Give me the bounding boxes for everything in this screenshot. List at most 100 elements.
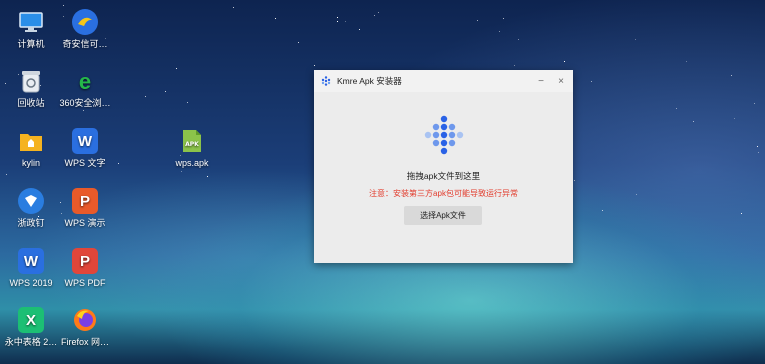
desktop-icon-wps-presentation[interactable]: P WPS 演示 xyxy=(56,188,114,229)
logo-dot xyxy=(448,139,456,147)
desktop-icon-label: WPS PDF xyxy=(64,278,106,288)
star xyxy=(176,68,178,70)
desktop-icon-firefox[interactable]: Firefox 网… xyxy=(56,307,114,348)
star xyxy=(635,193,637,195)
star xyxy=(336,17,338,19)
apk-file-icon: APK xyxy=(179,128,205,154)
desktop-icon-wps-2019[interactable]: W WPS 2019 xyxy=(2,248,60,289)
firefox-icon xyxy=(72,307,98,333)
star xyxy=(144,96,146,98)
star xyxy=(477,19,479,21)
star xyxy=(676,108,678,110)
kmre-app-icon xyxy=(321,76,331,86)
desktop-icon-label: kylin xyxy=(21,158,40,168)
logo-dot xyxy=(456,131,464,139)
logo-dot xyxy=(448,123,456,131)
logo-dot xyxy=(440,147,448,155)
star xyxy=(206,176,208,178)
minimize-button[interactable]: − xyxy=(531,76,551,87)
star xyxy=(181,170,183,172)
drop-zone-label: 拖拽apk文件到这里 xyxy=(406,171,481,181)
star xyxy=(757,146,759,148)
star xyxy=(563,61,565,63)
star xyxy=(602,210,604,212)
star xyxy=(377,11,379,13)
desktop-icon-wps-writer[interactable]: W WPS 文字 xyxy=(56,128,114,169)
desktop-icon-label: 浙政钉 xyxy=(17,218,45,228)
desktop-icon-label: WPS 演示 xyxy=(64,218,106,228)
desktop-icon-computer[interactable]: 计算机 xyxy=(2,9,60,50)
zhezhengding-icon xyxy=(18,188,44,214)
star xyxy=(164,90,166,92)
logo-dot xyxy=(440,131,448,139)
kmre-logo-icon xyxy=(424,115,464,155)
star xyxy=(734,118,736,120)
wps-pdf-icon: P xyxy=(72,248,98,274)
star xyxy=(740,213,742,215)
warning-text: 注意：安装第三方apk包可能导致运行异常 xyxy=(369,189,518,198)
star xyxy=(635,38,637,40)
desktop-icon-360-browser[interactable]: e 360安全浏… xyxy=(56,68,114,109)
star xyxy=(232,6,234,8)
qianxin-icon xyxy=(72,9,98,35)
desktop-icon-label: 计算机 xyxy=(17,39,45,49)
desktop-icon-qianxin[interactable]: 奇安信可… xyxy=(56,9,114,50)
star xyxy=(517,38,519,40)
logo-dot xyxy=(424,131,432,139)
star xyxy=(591,80,593,82)
star xyxy=(274,17,276,19)
recycle-bin-icon xyxy=(18,68,44,94)
logo-dot xyxy=(432,139,440,147)
select-apk-button[interactable]: 选择Apk文件 xyxy=(404,206,482,225)
desktop-icon-wps-apk[interactable]: APK wps.apk xyxy=(163,128,221,169)
yozo-sheet-icon: X xyxy=(18,307,44,333)
wps-writer-icon: W xyxy=(72,128,98,154)
desktop-icon-label: 回收站 xyxy=(17,98,45,108)
star xyxy=(297,42,299,44)
star xyxy=(757,151,759,153)
star xyxy=(337,20,339,22)
star xyxy=(344,20,346,22)
desktop-icon-label: WPS 2019 xyxy=(9,278,53,288)
desktop-icon-yozo-sheet[interactable]: X 永中表格 2… xyxy=(2,307,60,348)
star xyxy=(693,121,695,123)
star xyxy=(502,17,504,19)
star xyxy=(574,179,576,181)
star xyxy=(62,4,64,6)
star xyxy=(373,14,375,16)
desktop-icon-label: wps.apk xyxy=(175,158,209,168)
browser-360-icon: e xyxy=(78,68,92,94)
desktop-icon-kylin[interactable]: kylin xyxy=(2,128,60,169)
desktop-icon-recycle-bin[interactable]: 回收站 xyxy=(2,68,60,109)
logo-dot xyxy=(432,131,440,139)
star xyxy=(513,64,515,66)
star xyxy=(6,173,8,175)
logo-dot xyxy=(440,123,448,131)
desktop-icon-zhezhengding[interactable]: 浙政钉 xyxy=(2,188,60,229)
svg-text:APK: APK xyxy=(185,141,199,148)
star xyxy=(83,109,85,111)
star xyxy=(753,102,755,104)
apk-installer-dialog: Kmre Apk 安装器 − × 拖拽apk文件到这里 注意：安装第三方apk包… xyxy=(314,70,573,263)
wps-presentation-icon: P xyxy=(72,188,98,214)
star xyxy=(118,162,120,164)
desktop-icon-label: Firefox 网… xyxy=(60,337,109,347)
close-button[interactable]: × xyxy=(551,76,571,87)
desktop-icon-label: 360安全浏… xyxy=(59,98,111,108)
star xyxy=(685,60,687,62)
computer-icon xyxy=(18,9,44,35)
star xyxy=(730,74,732,76)
desktop-icon-wps-pdf[interactable]: P WPS PDF xyxy=(56,248,114,289)
logo-dot xyxy=(448,131,456,139)
star xyxy=(499,31,501,33)
logo-dot xyxy=(440,139,448,147)
folder-icon xyxy=(18,128,44,154)
desktop-icon-label: 奇安信可… xyxy=(62,39,108,49)
star xyxy=(186,101,188,103)
desktop-icon-label: 永中表格 2… xyxy=(4,337,58,347)
star xyxy=(358,28,360,30)
dialog-titlebar[interactable]: Kmre Apk 安装器 − × xyxy=(314,70,573,92)
logo-dot xyxy=(440,115,448,123)
desktop-icon-label: WPS 文字 xyxy=(64,158,106,168)
star xyxy=(314,65,316,67)
